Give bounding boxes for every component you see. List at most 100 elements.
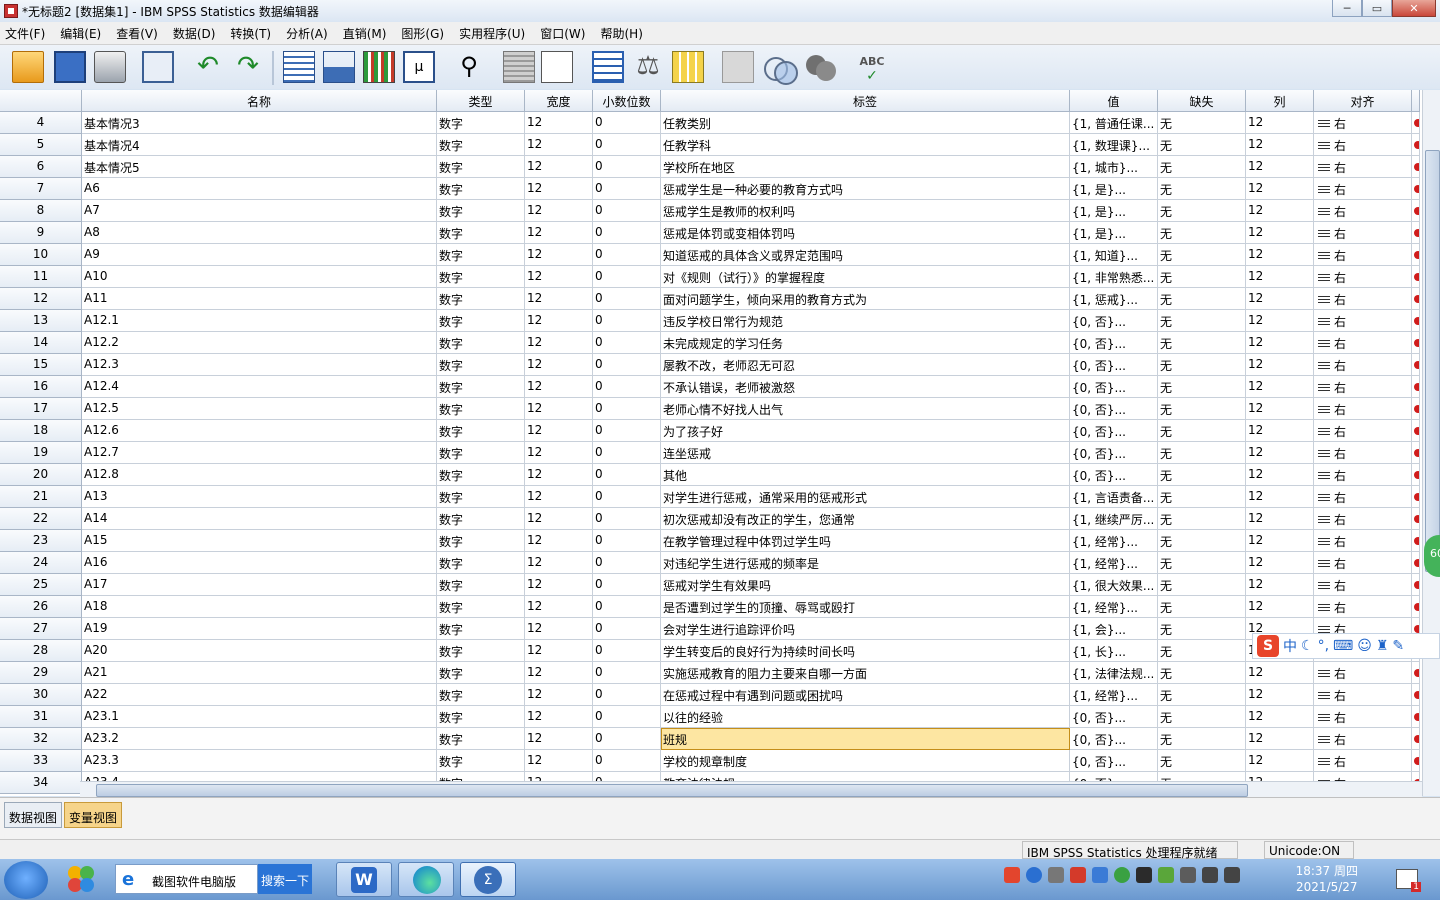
cell-values[interactable]: {0, 否}... xyxy=(1070,376,1158,398)
cell-measure[interactable] xyxy=(1412,288,1420,310)
cell-type[interactable]: 数字 xyxy=(437,354,525,376)
table-row[interactable]: 29 A21 数字 12 0 实施惩戒教育的阻力主要来自哪一方面 {1, 法律法规... 无 1… xyxy=(0,662,1420,684)
value-labels-icon[interactable] xyxy=(722,51,754,83)
cell-align[interactable]: 右 xyxy=(1314,376,1412,398)
security-tray-icon[interactable] xyxy=(1158,867,1174,883)
cell-columns[interactable]: 12 xyxy=(1246,266,1314,288)
menu-analyze[interactable]: 分析(A) xyxy=(286,25,328,42)
cell-decimals[interactable]: 0 xyxy=(593,486,661,508)
table-row[interactable]: 7 A6 数字 12 0 惩戒学生是一种必要的教育方式吗 {1, 是}... 无 12 右 xyxy=(0,178,1420,200)
cell-measure[interactable] xyxy=(1412,508,1420,530)
cell-type[interactable]: 数字 xyxy=(437,332,525,354)
cell-values[interactable]: {0, 否}... xyxy=(1070,310,1158,332)
col-header-type[interactable]: 类型 xyxy=(437,90,525,112)
cell-values[interactable]: {1, 经常}... xyxy=(1070,530,1158,552)
row-number[interactable]: 30 xyxy=(0,684,82,706)
cell-measure[interactable] xyxy=(1412,486,1420,508)
spss-taskbar-icon[interactable]: Σ xyxy=(460,862,516,897)
menu-utilities[interactable]: 实用程序(U) xyxy=(459,25,525,42)
cell-decimals[interactable]: 0 xyxy=(593,310,661,332)
cell-columns[interactable]: 12 xyxy=(1246,530,1314,552)
cell-name[interactable]: A12.7 xyxy=(82,442,437,464)
cell-missing[interactable]: 无 xyxy=(1158,508,1246,530)
row-number[interactable]: 11 xyxy=(0,266,82,288)
cell-values[interactable]: {0, 否}... xyxy=(1070,398,1158,420)
cell-width[interactable]: 12 xyxy=(525,420,593,442)
table-row[interactable]: 31 A23.1 数字 12 0 以往的经验 {0, 否}... 无 12 右 xyxy=(0,706,1420,728)
cell-columns[interactable]: 12 xyxy=(1246,508,1314,530)
row-number[interactable]: 33 xyxy=(0,750,82,772)
cell-measure[interactable] xyxy=(1412,596,1420,618)
cell-columns[interactable]: 12 xyxy=(1246,376,1314,398)
cell-name[interactable]: A18 xyxy=(82,596,437,618)
cell-missing[interactable]: 无 xyxy=(1158,574,1246,596)
cell-columns[interactable]: 12 xyxy=(1246,398,1314,420)
cell-columns[interactable]: 12 xyxy=(1246,112,1314,134)
insert-cases-icon[interactable] xyxy=(503,51,535,83)
cell-label[interactable]: 初次惩戒却没有改正的学生，您通常 xyxy=(661,508,1070,530)
cell-decimals[interactable]: 0 xyxy=(593,706,661,728)
col-header-align[interactable]: 对齐 xyxy=(1314,90,1412,112)
cell-type[interactable]: 数字 xyxy=(437,244,525,266)
row-number[interactable]: 31 xyxy=(0,706,82,728)
cell-label[interactable]: 任教类别 xyxy=(661,112,1070,134)
table-row[interactable]: 6 基本情况5 数字 12 0 学校所在地区 {1, 城市}... 无 12 右 xyxy=(0,156,1420,178)
cell-values[interactable]: {1, 惩戒}... xyxy=(1070,288,1158,310)
cell-align[interactable]: 右 xyxy=(1314,508,1412,530)
cell-label[interactable]: 在惩戒过程中有遇到问题或困扰吗 xyxy=(661,684,1070,706)
cell-type[interactable]: 数字 xyxy=(437,750,525,772)
cell-missing[interactable]: 无 xyxy=(1158,464,1246,486)
cell-label[interactable]: 惩戒是体罚或变相体罚吗 xyxy=(661,222,1070,244)
row-number[interactable]: 9 xyxy=(0,222,82,244)
cell-missing[interactable]: 无 xyxy=(1158,398,1246,420)
cell-label[interactable]: 以往的经验 xyxy=(661,706,1070,728)
cell-decimals[interactable]: 0 xyxy=(593,222,661,244)
table-row[interactable]: 28A20数字120学生转变后的良好行为持续时间长吗{1, 长}...无12右 xyxy=(0,640,1420,662)
cell-type[interactable]: 数字 xyxy=(437,420,525,442)
cell-decimals[interactable]: 0 xyxy=(593,354,661,376)
cell-align[interactable]: 右 xyxy=(1314,244,1412,266)
cell-decimals[interactable]: 0 xyxy=(593,376,661,398)
table-row[interactable]: 18 A12.6 数字 12 0 为了孩子好 {0, 否}... 无 12 右 xyxy=(0,420,1420,442)
cell-decimals[interactable]: 0 xyxy=(593,156,661,178)
cell-values[interactable]: {1, 很大效果... xyxy=(1070,574,1158,596)
cell-align[interactable]: 右 xyxy=(1314,574,1412,596)
device-tray-icon[interactable] xyxy=(1180,867,1196,883)
col-header-width[interactable]: 宽度 xyxy=(525,90,593,112)
cell-values[interactable]: {0, 否}... xyxy=(1070,464,1158,486)
cell-columns[interactable]: 12 xyxy=(1246,200,1314,222)
cell-columns[interactable]: 12 xyxy=(1246,332,1314,354)
cell-type[interactable]: 数字 xyxy=(437,662,525,684)
col-header-label[interactable]: 标签 xyxy=(661,90,1070,112)
cell-width[interactable]: 12 xyxy=(525,508,593,530)
cell-width[interactable]: 12 xyxy=(525,178,593,200)
cell-type[interactable]: 数字 xyxy=(437,706,525,728)
cell-type[interactable]: 数字 xyxy=(437,134,525,156)
table-row[interactable]: 24 A16 数字 12 0 对违纪学生进行惩戒的频率是 {1, 经常}... 无 12 右 xyxy=(0,552,1420,574)
table-row[interactable]: 15 A12.3 数字 12 0 屡教不改，老师忍无可忍 {0, 否}... 无 12 右 xyxy=(0,354,1420,376)
row-number[interactable]: 8 xyxy=(0,200,82,222)
cell-width[interactable]: 12 xyxy=(525,442,593,464)
table-row[interactable]: 22 A14 数字 12 0 初次惩戒却没有改正的学生，您通常 {1, 继续严厉... 无 12… xyxy=(0,508,1420,530)
cell-align[interactable]: 右 xyxy=(1314,486,1412,508)
cell-measure[interactable] xyxy=(1412,112,1420,134)
cell-measure[interactable] xyxy=(1412,332,1420,354)
cell-measure[interactable] xyxy=(1412,728,1420,750)
cell-type[interactable]: 数字 xyxy=(437,530,525,552)
corner-cell[interactable] xyxy=(0,90,82,112)
cell-width[interactable]: 12 xyxy=(525,310,593,332)
row-number[interactable]: 20 xyxy=(0,464,82,486)
cell-values[interactable]: {1, 知道}... xyxy=(1070,244,1158,266)
cell-label[interactable]: 对学生进行惩戒，通常采用的惩戒形式 xyxy=(661,486,1070,508)
table-row[interactable]: 5 基本情况4 数字 12 0 任教学科 {1, 数理课}... 无 12 右 xyxy=(0,134,1420,156)
cell-name[interactable]: A12.6 xyxy=(82,420,437,442)
cell-measure[interactable] xyxy=(1412,310,1420,332)
cell-decimals[interactable]: 0 xyxy=(593,134,661,156)
cell-decimals[interactable]: 0 xyxy=(593,266,661,288)
vertical-scrollbar[interactable] xyxy=(1422,90,1440,796)
cell-columns[interactable]: 12 xyxy=(1246,156,1314,178)
cell-name[interactable]: A12.2 xyxy=(82,332,437,354)
cell-values[interactable]: {1, 数理课}... xyxy=(1070,134,1158,156)
row-number[interactable]: 29 xyxy=(0,662,82,684)
cell-type[interactable]: 数字 xyxy=(437,596,525,618)
